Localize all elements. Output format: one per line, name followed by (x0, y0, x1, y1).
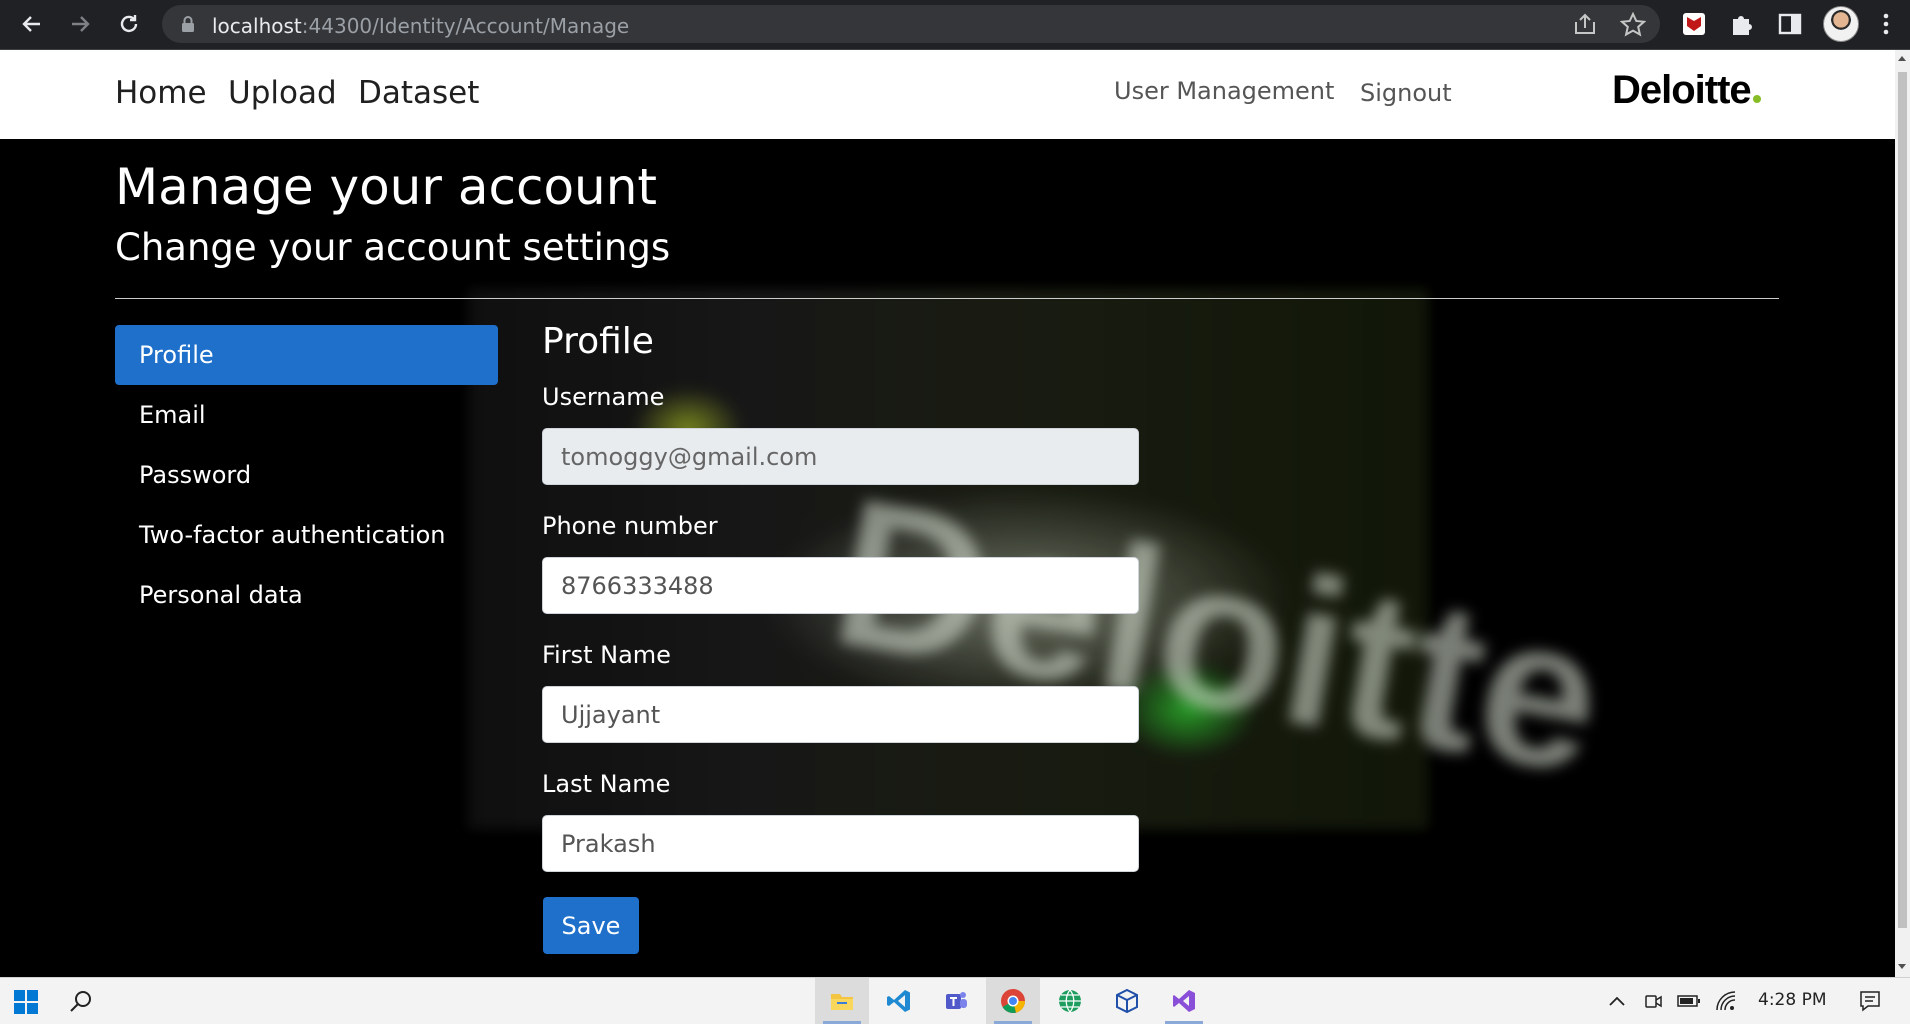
scroll-up-arrow-icon[interactable] (1898, 56, 1906, 61)
virtualbox-icon[interactable] (1100, 978, 1154, 1024)
save-button[interactable]: Save (543, 897, 639, 954)
last-name-label: Last Name (542, 770, 671, 798)
sidebar-item-personal-data[interactable]: Personal data (115, 565, 498, 625)
teams-icon[interactable] (929, 978, 983, 1024)
windows-start-icon[interactable] (14, 990, 38, 1014)
url-text[interactable]: localhost:44300/Identity/Account/Manage (212, 14, 629, 38)
username-label: Username (542, 383, 665, 411)
wifi-icon[interactable] (1715, 990, 1737, 1012)
search-icon[interactable] (68, 989, 94, 1015)
first-name-label: First Name (542, 641, 671, 669)
url-host: localhost (212, 14, 302, 38)
share-icon[interactable] (1572, 12, 1598, 38)
mcafee-extension-icon[interactable] (1678, 8, 1710, 40)
forward-arrow-icon[interactable] (64, 8, 96, 40)
taskbar-clock[interactable]: 4:28 PM (1758, 990, 1827, 1010)
sidebar-item-profile[interactable]: Profile (115, 325, 498, 385)
chrome-icon[interactable] (986, 978, 1040, 1024)
battery-icon[interactable] (1677, 991, 1701, 1011)
side-panel-icon[interactable] (1774, 8, 1806, 40)
sidebar-item-password[interactable]: Password (115, 445, 498, 505)
url-path: :44300/Identity/Account/Manage (301, 14, 630, 38)
browser-toolbar: localhost:44300/Identity/Account/Manage (0, 0, 1910, 50)
nav-signout[interactable]: Signout (1360, 79, 1452, 107)
windows-taskbar: 4:28 PM (0, 977, 1910, 1024)
heading-divider (115, 298, 1779, 299)
web-browser-icon[interactable] (1043, 978, 1097, 1024)
lock-icon[interactable] (178, 14, 198, 34)
sidebar-item-email[interactable]: Email (115, 385, 498, 445)
site-navbar: Home Upload Dataset User Management Sign… (0, 50, 1895, 139)
sidebar-item-two-factor[interactable]: Two-factor authentication (115, 505, 498, 565)
page-scrollbar[interactable] (1895, 50, 1910, 977)
notifications-icon[interactable] (1858, 989, 1882, 1013)
extensions-puzzle-icon[interactable] (1726, 8, 1758, 40)
chevron-up-icon[interactable] (1607, 991, 1627, 1011)
last-name-field[interactable] (542, 815, 1139, 872)
visual-studio-icon[interactable] (1157, 978, 1211, 1024)
phone-field[interactable] (542, 557, 1139, 614)
page-title: Manage your account (115, 158, 658, 216)
deloitte-logo[interactable]: Deloitte (1612, 68, 1761, 113)
nav-dataset[interactable]: Dataset (358, 75, 479, 111)
phone-label: Phone number (542, 512, 718, 540)
form-title: Profile (542, 321, 654, 362)
menu-dots-icon[interactable] (1870, 8, 1902, 40)
profile-avatar[interactable] (1823, 6, 1859, 42)
page-subtitle: Change your account settings (115, 226, 671, 269)
file-explorer-icon[interactable] (815, 978, 869, 1024)
nav-upload[interactable]: Upload (228, 75, 337, 111)
bookmark-star-icon[interactable] (1619, 11, 1647, 38)
username-field[interactable] (542, 428, 1139, 485)
vscode-icon[interactable] (872, 978, 926, 1024)
scrollbar-thumb[interactable] (1898, 72, 1907, 928)
first-name-field[interactable] (542, 686, 1139, 743)
scroll-down-arrow-icon[interactable] (1898, 964, 1906, 969)
logo-dot (1752, 95, 1761, 103)
back-arrow-icon[interactable] (16, 8, 48, 40)
nav-user-management[interactable]: User Management (1114, 77, 1334, 105)
logo-text: Deloitte (1612, 68, 1752, 112)
address-bar[interactable]: localhost:44300/Identity/Account/Manage (162, 5, 1660, 43)
nav-home[interactable]: Home (115, 75, 207, 111)
meet-now-icon[interactable] (1643, 991, 1663, 1011)
reload-icon[interactable] (113, 8, 145, 40)
